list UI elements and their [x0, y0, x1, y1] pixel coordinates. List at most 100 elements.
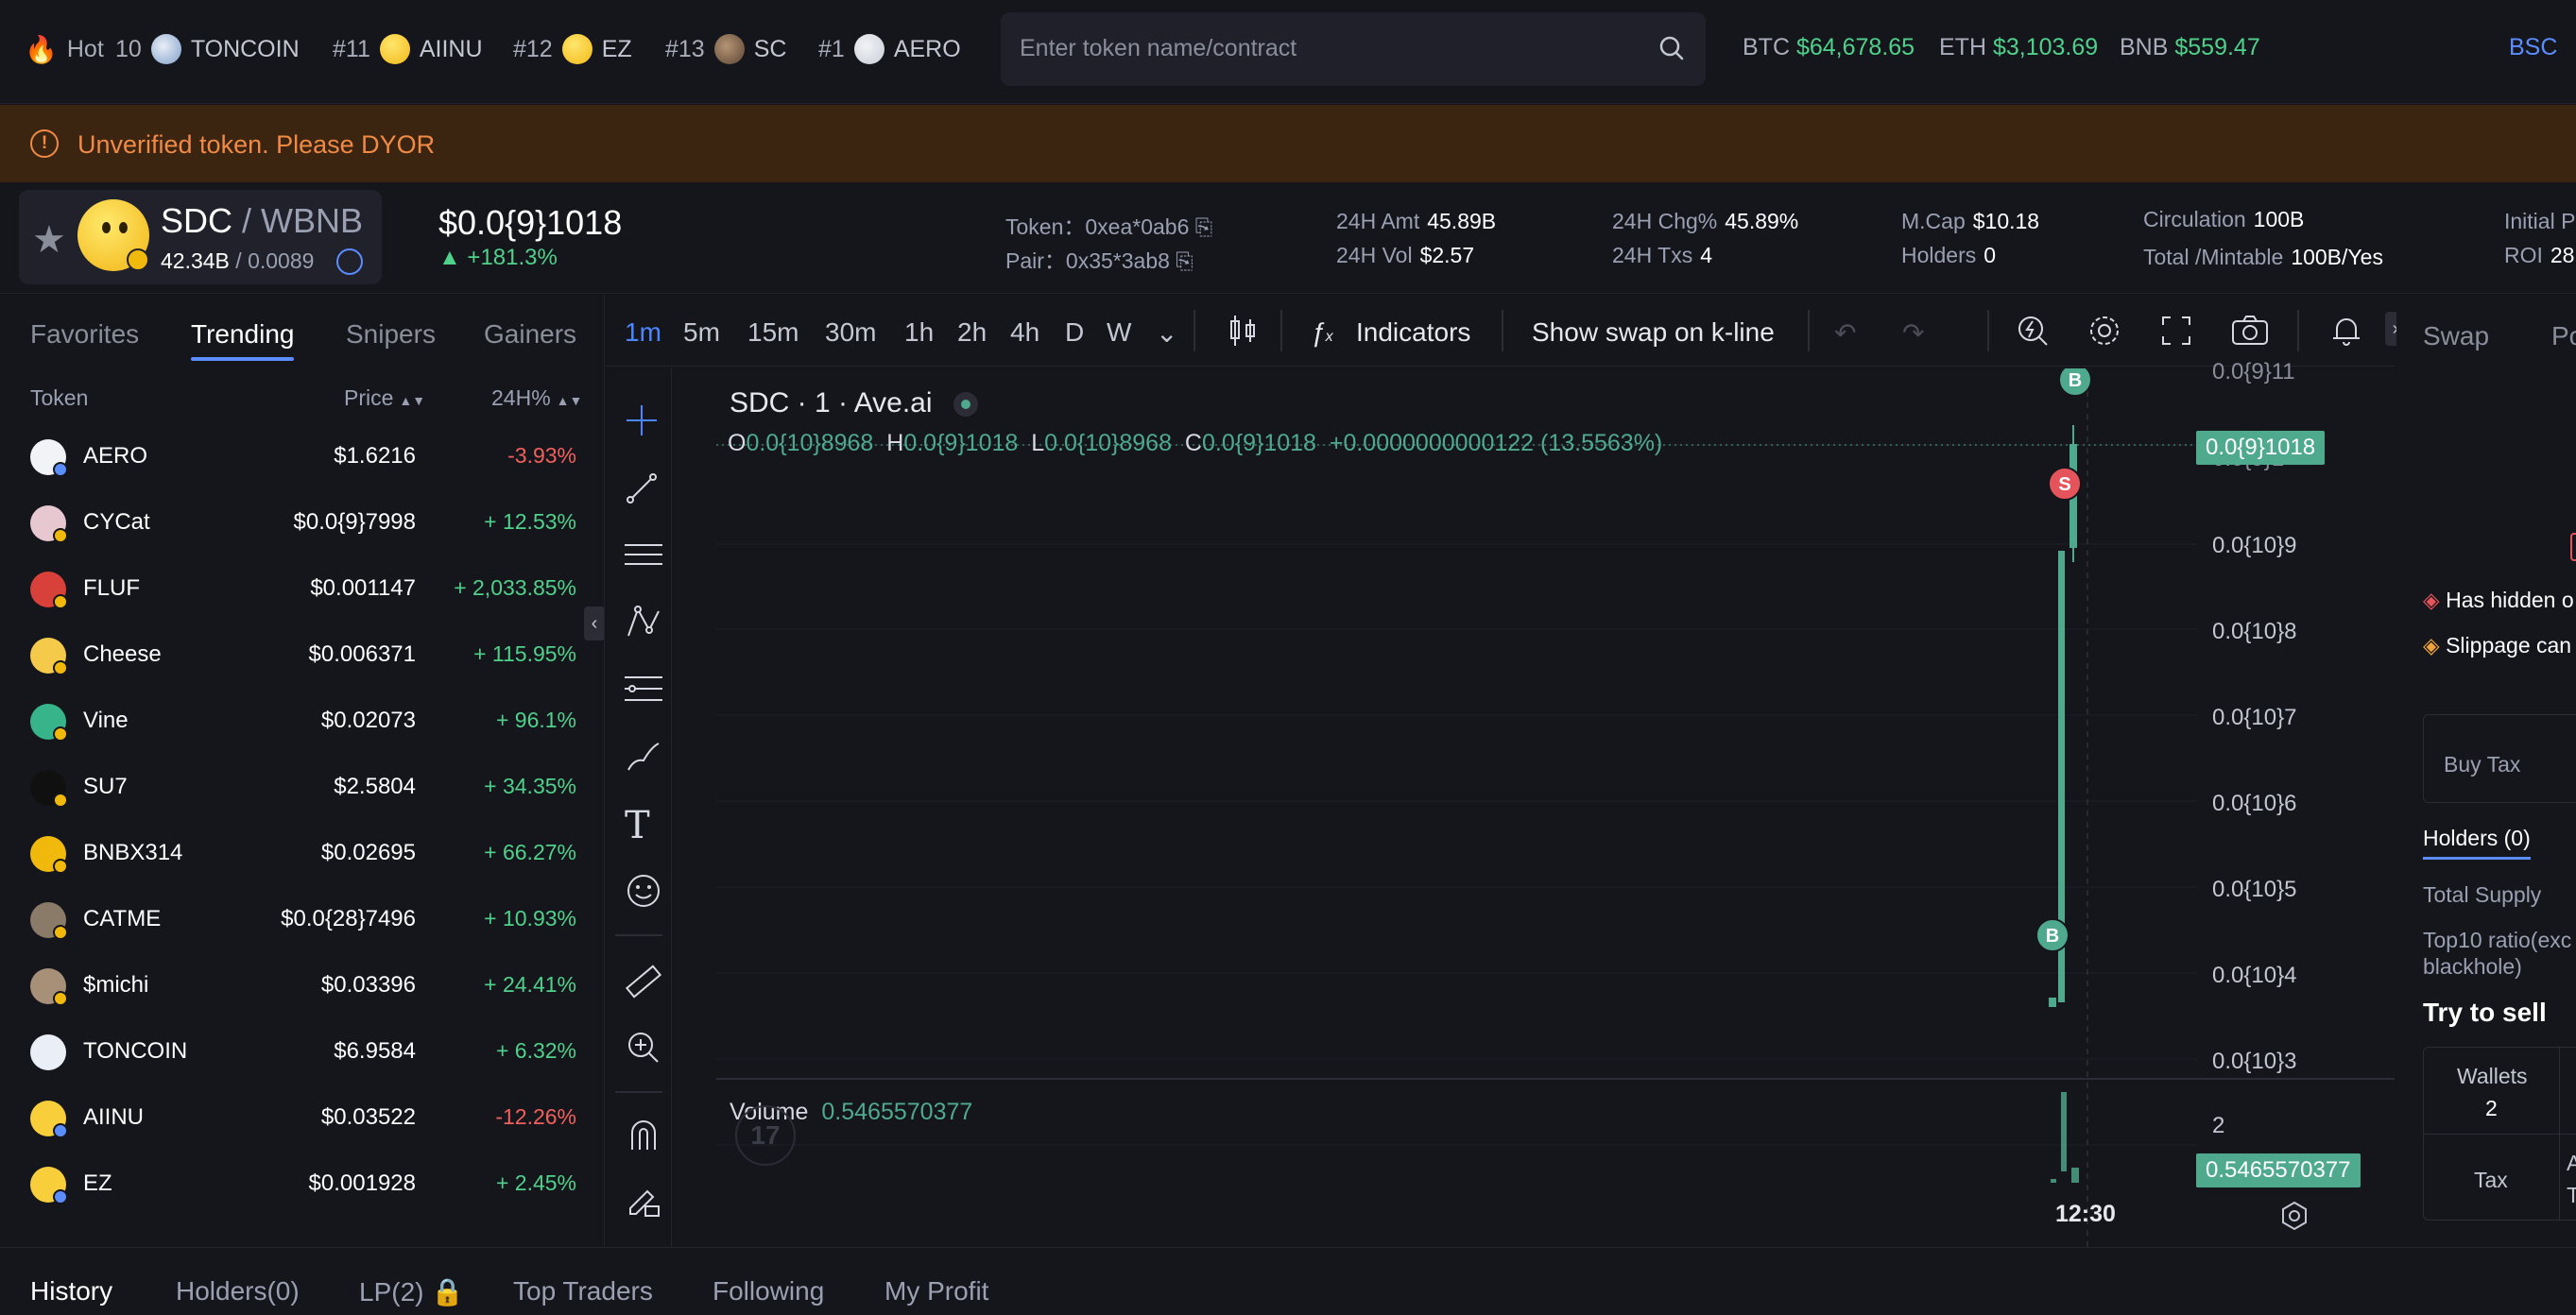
tf-more-chevron-down-icon[interactable]: ⌄ [1156, 317, 1177, 349]
tf-w[interactable]: W [1107, 317, 1131, 348]
token-price: $0.001928 [308, 1170, 416, 1196]
ticker-aero[interactable]: #1 AERO [818, 34, 961, 64]
bnb-price[interactable]: BNB $559.47 [2120, 34, 2260, 61]
fullscreen-icon[interactable] [2157, 312, 2195, 354]
eth-price[interactable]: ETH $3,103.69 [1939, 34, 2098, 61]
tab-history[interactable]: History [30, 1276, 112, 1306]
zoom-in-icon[interactable] [625, 1029, 662, 1071]
search-input[interactable]: Enter token name/contract [1001, 12, 1706, 86]
alert-bell-icon[interactable] [2327, 312, 2365, 354]
token-row[interactable]: Vine $0.02073 + 96.1% [0, 685, 604, 751]
token-change: + 34.35% [484, 774, 576, 798]
token-row[interactable]: AERO $1.6216 -3.93% [0, 420, 604, 487]
camera-icon[interactable] [2229, 312, 2271, 354]
tab-gainers[interactable]: Gainers [484, 319, 576, 350]
ruler-icon[interactable] [625, 963, 662, 1005]
tab-favorites[interactable]: Favorites [30, 319, 139, 350]
bnb-chain-badge-icon [127, 248, 149, 271]
tf-30m[interactable]: 30m [825, 317, 876, 348]
tab-lp[interactable]: LP(2) 🔒 [359, 1276, 464, 1307]
tab-holders[interactable]: Holders(0) [176, 1276, 300, 1306]
favorite-star-icon[interactable]: ★ [32, 218, 66, 262]
pair-address[interactable]: Pair：0x35*3ab8 ⎘ [1005, 243, 1194, 275]
tf-15m[interactable]: 15m [747, 317, 799, 348]
chart-settings-icon[interactable] [2278, 1200, 2310, 1237]
ticker-aiinu[interactable]: #11 AIINU [333, 34, 483, 64]
btc-price[interactable]: BTC $64,678.65 [1743, 34, 1915, 61]
ticker-ez[interactable]: #12 EZ [513, 34, 632, 64]
tf-5m[interactable]: 5m [683, 317, 720, 348]
settings-gear-icon[interactable] [2086, 312, 2123, 354]
tf-2h[interactable]: 2h [957, 317, 987, 348]
candle-type-icon[interactable] [1224, 312, 1262, 354]
y-tick: 0.0{10}4 [2212, 963, 2297, 988]
try-to-sell-heading: Try to sell [2423, 998, 2547, 1027]
tab-my-profit[interactable]: My Profit [884, 1276, 988, 1306]
chain-badge-icon [53, 726, 68, 742]
quick-search-icon[interactable] [2014, 312, 2052, 354]
toncoin-avatar [150, 34, 181, 64]
token-row[interactable]: Cheese $0.006371 + 115.95% [0, 619, 604, 685]
col-price-header[interactable]: Price ▲▼ [344, 385, 425, 411]
token-name: CYCat [83, 509, 150, 535]
horizontal-lines-icon[interactable] [625, 538, 662, 576]
tab-partial[interactable]: Po [2551, 321, 2576, 351]
tf-1h[interactable]: 1h [904, 317, 934, 348]
tab-snipers[interactable]: Snipers [346, 319, 436, 350]
undo-icon[interactable]: ↶ [1834, 317, 1856, 349]
tab-following[interactable]: Following [713, 1276, 824, 1306]
top-bar: 🔥 Hot 10 TONCOIN #11 AIINU #12 EZ #13 SC… [0, 0, 2576, 104]
fib-retracement-icon[interactable] [625, 672, 662, 710]
warning-icon: ! [30, 129, 59, 158]
show-swap-button[interactable]: Show swap on k-line [1532, 317, 1775, 348]
tab-trending[interactable]: Trending [191, 319, 295, 361]
search-icon[interactable] [1657, 33, 1687, 68]
magnet-icon[interactable] [625, 1116, 662, 1158]
aero-avatar [853, 34, 884, 64]
brush-icon[interactable] [625, 738, 662, 780]
ticker-sc[interactable]: #13 SC [665, 34, 786, 64]
tf-1m[interactable]: 1m [625, 317, 661, 348]
chain-selector[interactable]: BSC [2509, 34, 2557, 61]
indicators-button[interactable]: Indicators [1356, 317, 1470, 348]
token-address[interactable]: Token：0xea*0ab6 ⎘ [1005, 209, 1212, 241]
text-tool-icon[interactable]: T [625, 804, 650, 847]
redo-icon[interactable]: ↷ [1902, 317, 1924, 349]
token-name: AERO [83, 443, 148, 469]
wallets-label: Wallets [2457, 1064, 2528, 1088]
pattern-icon[interactable] [625, 604, 662, 646]
copy-icon[interactable]: ⎘ [1195, 214, 1212, 239]
token-change: ▲ +181.3% [438, 245, 558, 270]
collapse-left-chevron-icon[interactable]: ‹ [584, 606, 604, 640]
token-row[interactable]: BNBX314 $0.02695 + 66.27% [0, 817, 604, 883]
token-row[interactable]: EZ $0.001928 + 2.45% [0, 1148, 604, 1214]
lock-drawing-icon[interactable] [625, 1182, 662, 1224]
holders-tab[interactable]: Holders (0) [2423, 826, 2531, 860]
hot-label[interactable]: 🔥 Hot [25, 34, 104, 65]
trend-line-icon[interactable] [625, 471, 659, 510]
crosshair-icon[interactable] [625, 403, 659, 442]
trade-marker-label: S [2058, 474, 2070, 495]
tab-top-traders[interactable]: Top Traders [513, 1276, 653, 1306]
trade-marker-label: B [2069, 370, 2082, 391]
token-row[interactable]: SU7 $2.5804 + 34.35% [0, 751, 604, 817]
tf-d[interactable]: D [1065, 317, 1084, 348]
token-change: + 96.1% [495, 708, 576, 732]
token-row[interactable]: AIINU $0.03522 -12.26% [0, 1082, 604, 1148]
col-change-header[interactable]: 24H% ▲▼ [491, 385, 582, 411]
token-row[interactable]: FLUF $0.001147 + 2,033.85% [0, 553, 604, 619]
tradingview-logo-icon[interactable]: 17 [735, 1105, 796, 1166]
token-row[interactable]: CYCat $0.0{9}7998 + 12.53% [0, 487, 604, 553]
copy-icon[interactable]: ⎘ [1176, 248, 1193, 273]
emoji-icon[interactable] [625, 872, 662, 914]
token-price: $2.5804 [334, 774, 416, 799]
token-row[interactable]: TONCOIN $6.9584 + 6.32% [0, 1016, 604, 1082]
token-row[interactable]: $michi $0.03396 + 24.41% [0, 949, 604, 1016]
lock-icon [336, 248, 363, 275]
tf-4h[interactable]: 4h [1010, 317, 1039, 348]
ticker-toncoin[interactable]: 10 TONCOIN [115, 34, 300, 64]
risk-hidden: ◈ Has hidden o [2423, 588, 2574, 612]
table-col-t: T [2567, 1183, 2576, 1207]
token-row[interactable]: CATME $0.0{28}7496 + 10.93% [0, 883, 604, 949]
tab-swap[interactable]: Swap [2423, 321, 2489, 351]
